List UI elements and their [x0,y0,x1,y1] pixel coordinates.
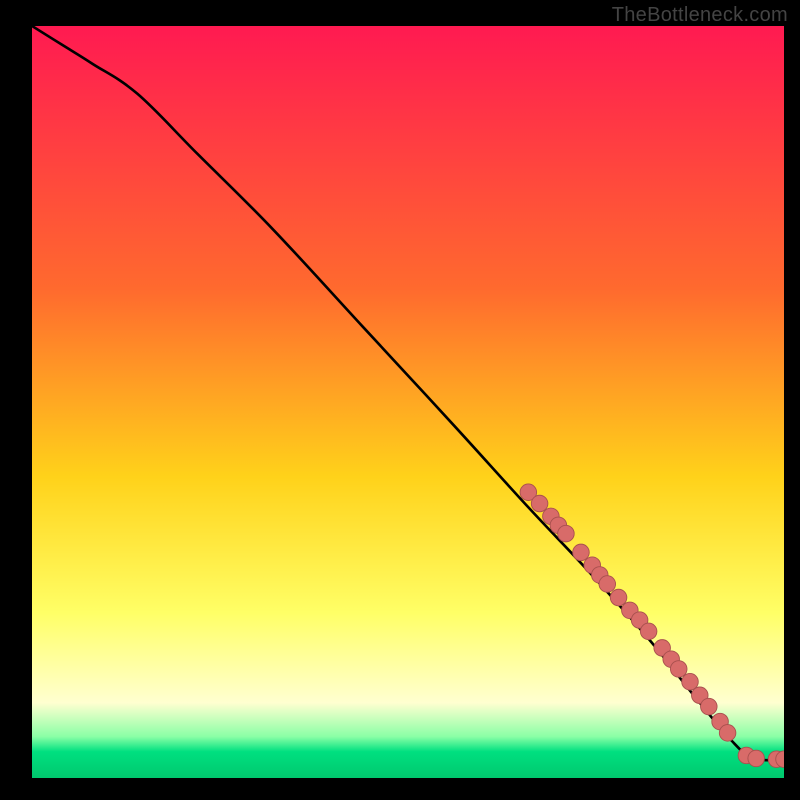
plot-area [32,26,784,778]
data-marker [701,698,718,715]
watermark-label: TheBottleneck.com [612,4,788,27]
data-marker [531,495,548,512]
data-marker [558,525,575,542]
data-marker [748,750,765,767]
data-marker [599,576,616,593]
data-marker [640,623,657,640]
data-marker [610,589,627,606]
data-marker [573,544,590,561]
chart-frame: TheBottleneck.com [0,0,800,800]
data-marker [670,661,687,678]
plot-svg [32,26,784,778]
data-marker [719,725,736,742]
